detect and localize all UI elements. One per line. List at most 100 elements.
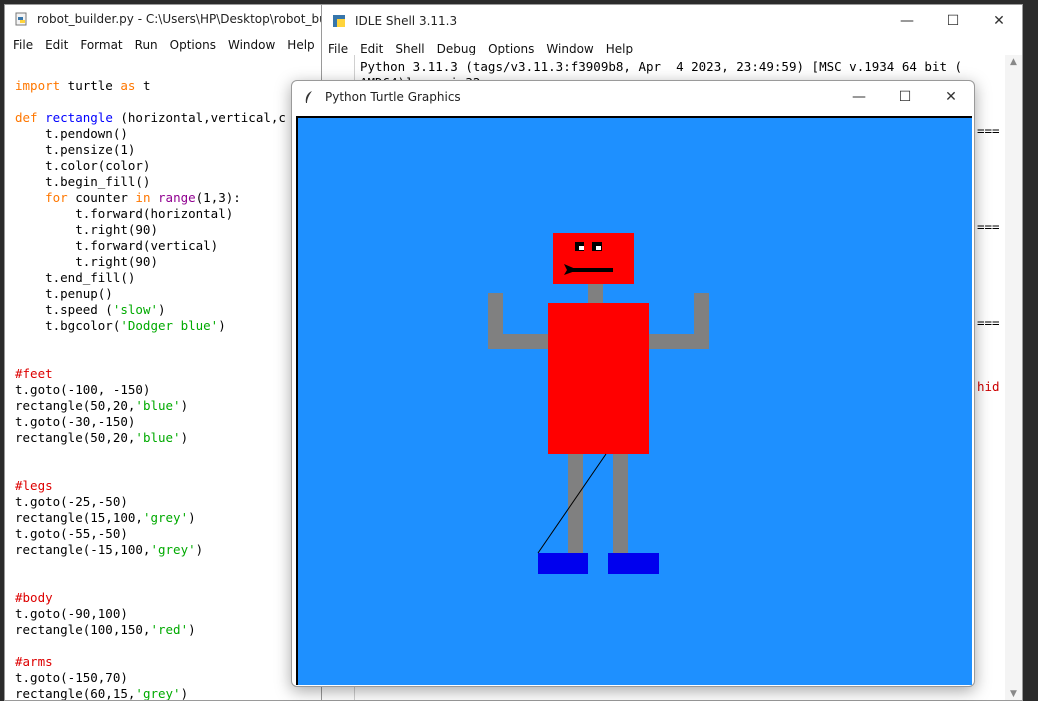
code-token: counter [67,190,136,205]
feather-icon [301,89,317,105]
code-token: turtle [60,78,121,93]
robot-head [553,233,634,284]
code-token: t.pensize(1) [15,142,136,157]
code-token: 'blue' [135,430,181,445]
robot-arm-left-upper [488,293,503,349]
editor-menu-edit[interactable]: Edit [39,35,74,55]
editor-title: robot_builder.py - C:\Users\HP\Desktop\r… [36,12,333,26]
scroll-down-icon[interactable]: ▼ [1005,687,1022,700]
code-line: t.goto(-100, -150) [15,382,286,398]
code-token: t.goto(-30,-150) [15,414,136,429]
shell-output-fragment: hid [977,379,1000,394]
shell-restart-fragment: === [977,315,1000,330]
code-token: t.goto(-100, -150) [15,382,151,397]
code-line: def rectangle (horizontal,vertical,c [15,110,286,126]
minimize-icon[interactable]: — [884,5,930,37]
editor-menu-file[interactable]: File [7,35,39,55]
editor-menu-options[interactable]: Options [164,35,222,55]
editor-titlebar[interactable]: robot_builder.py - C:\Users\HP\Desktop\r… [5,5,333,33]
code-line: t.end_fill() [15,270,286,286]
code-line: import turtle as t [15,78,286,94]
editor-menubar: File Edit Format Run Options Window Help [7,35,333,55]
code-token: t.right(90) [15,254,158,269]
code-token: rectangle(100,150, [15,622,151,637]
code-line: t.goto(-25,-50) [15,494,286,510]
minimize-icon[interactable]: — [836,81,882,113]
code-token: t.speed ( [15,302,113,317]
shell-scrollbar[interactable]: ▲ ▼ [1005,55,1022,700]
code-line: t.goto(-150,70) [15,670,286,686]
code-token: t.forward(horizontal) [15,206,234,221]
editor-menu-run[interactable]: Run [129,35,164,55]
code-token: t [135,78,151,93]
shell-menu-file[interactable]: File [322,39,354,59]
code-token: as [120,78,136,93]
code-token: rectangle(15,100, [15,510,143,525]
code-token: rectangle(50,20, [15,430,136,445]
shell-title: IDLE Shell 3.11.3 [355,14,458,28]
robot-arm-right-upper [694,293,709,349]
close-icon[interactable]: ✕ [928,81,974,113]
maximize-icon[interactable]: ☐ [882,81,928,113]
code-token: 'grey' [142,510,189,525]
turtle-canvas [296,116,972,685]
code-token: 'grey' [135,686,181,701]
code-line: t.forward(horizontal) [15,206,286,222]
code-token: in [135,190,151,205]
shell-version-line: Python 3.11.3 (tags/v3.11.3:f3909b8, Apr… [360,59,963,74]
code-line: t.right(90) [15,254,286,270]
code-line: t.color(color) [15,158,286,174]
code-token: t.goto(-25,-50) [15,494,128,509]
robot-neck [588,284,603,304]
code-line: t.forward(vertical) [15,238,286,254]
code-line: rectangle(50,20,'blue') [15,398,286,414]
code-editor[interactable]: import turtle as t def rectangle (horizon… [15,62,286,701]
close-icon[interactable]: ✕ [976,5,1022,37]
robot-leg-right [613,454,628,554]
code-line: t.right(90) [15,222,286,238]
code-line: rectangle(-15,100,'grey') [15,542,286,558]
shell-restart-fragment: === [977,123,1000,138]
code-token: t.end_fill() [15,270,136,285]
code-token: ) [188,510,196,525]
code-token: ) [195,542,204,557]
code-token: (horizontal,vertical,c [112,110,286,125]
editor-menu-window[interactable]: Window [222,35,281,55]
code-line: t.pendown() [15,126,286,142]
robot-leg-left [568,454,583,554]
code-token: 'red' [150,622,189,637]
code-line: #legs [15,478,286,494]
code-token: #legs [15,478,53,493]
code-line: t.bgcolor('Dodger blue') [15,318,286,334]
robot-eye-right-highlight [596,246,601,250]
editor-menu-help[interactable]: Help [281,35,320,55]
code-token: rectangle(-15,100, [15,542,151,557]
maximize-icon[interactable]: ☐ [930,5,976,37]
editor-menu-format[interactable]: Format [74,35,128,55]
code-token: t.color(color) [15,158,151,173]
code-token: rectangle [45,110,113,125]
scroll-up-icon[interactable]: ▲ [1005,55,1022,69]
python-shell-icon [331,13,347,29]
code-line: t.goto(-30,-150) [15,414,286,430]
turtle-window-controls: — ☐ ✕ [836,81,974,113]
code-line: t.speed ('slow') [15,302,286,318]
code-line: rectangle(15,100,'grey') [15,510,286,526]
code-token: rectangle(60,15, [15,686,136,701]
code-token: for [45,190,68,205]
code-line: t.penup() [15,286,286,302]
code-line: #body [15,590,286,606]
code-token: t.goto(-90,100) [15,606,128,621]
shell-window-controls: — ☐ ✕ [884,5,1022,37]
code-token: t.bgcolor( [15,318,121,333]
code-token: t.goto(-150,70) [15,670,128,685]
code-token: t.goto(-55,-50) [15,526,128,541]
